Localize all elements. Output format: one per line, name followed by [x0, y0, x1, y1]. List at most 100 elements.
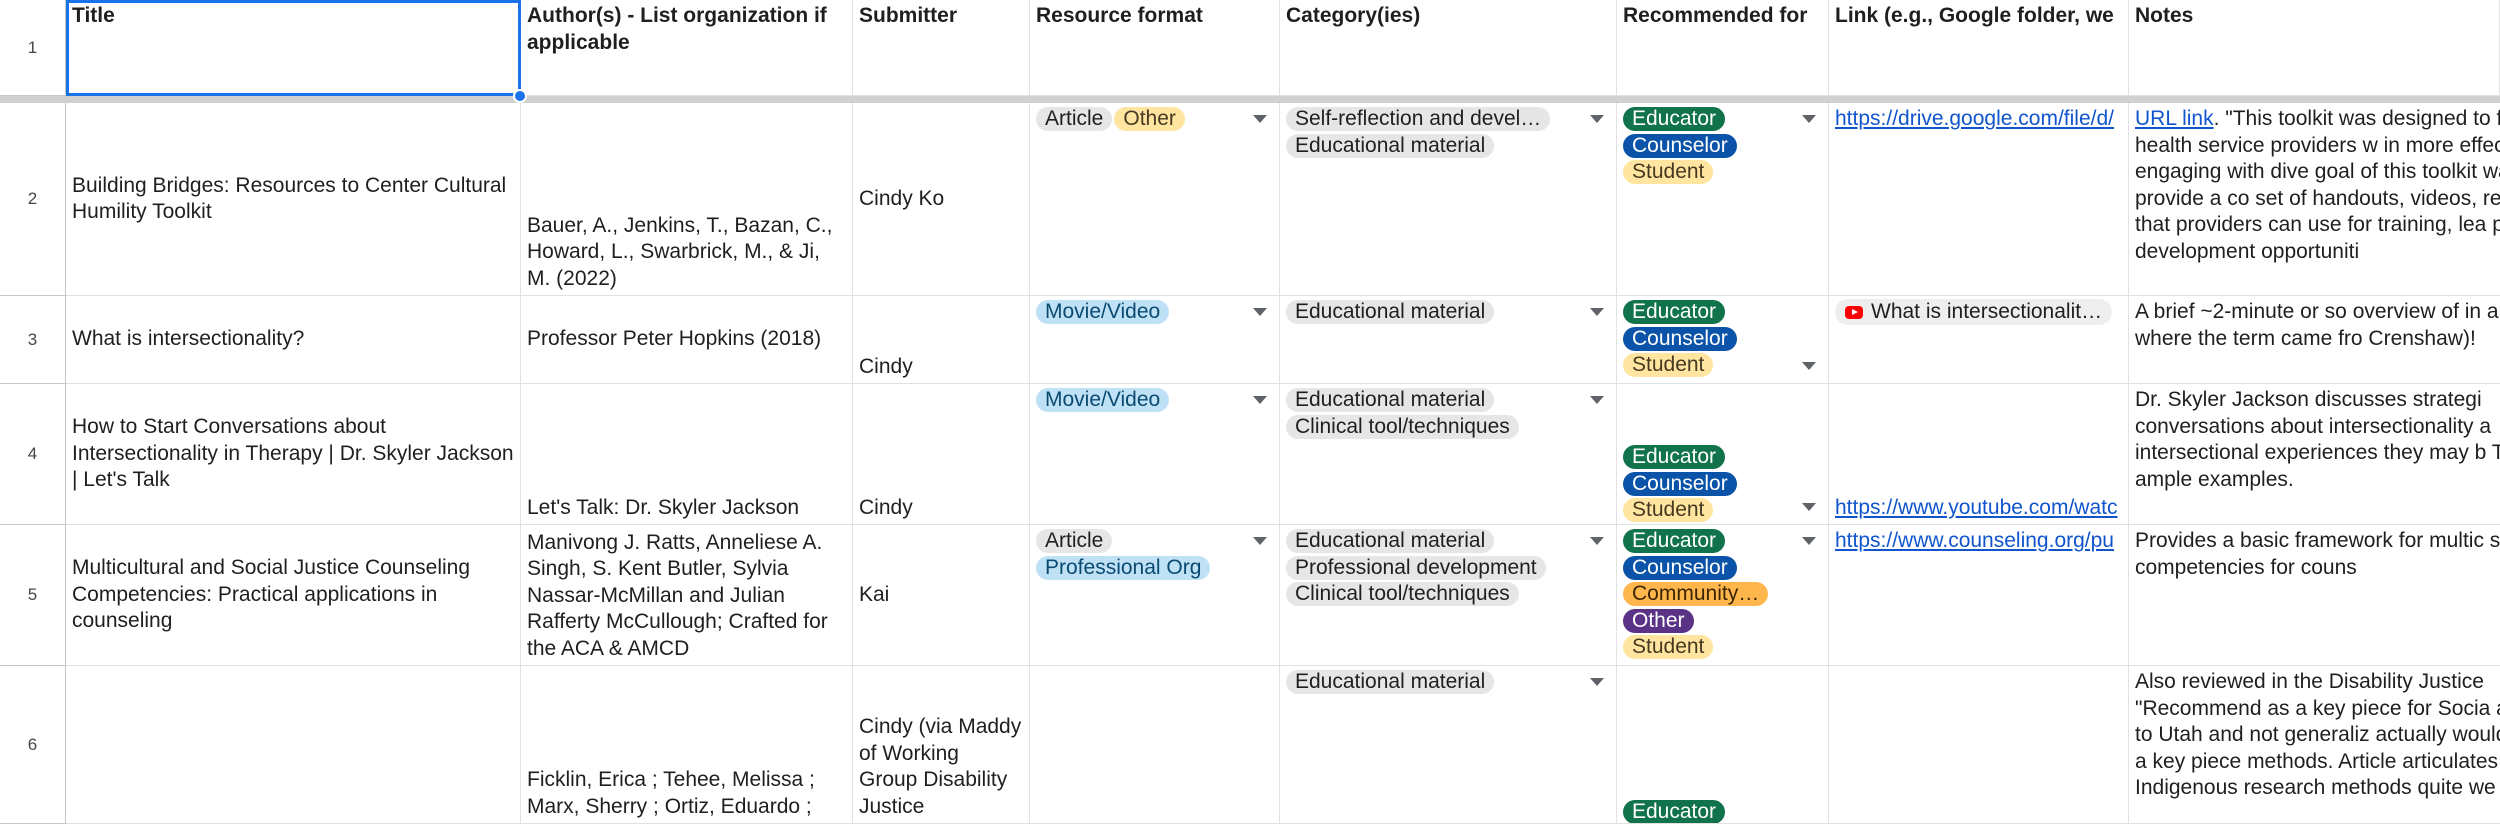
title-cell[interactable]: Multicultural and Social Justice Counsel…: [66, 525, 521, 666]
dropdown-arrow-icon[interactable]: [1253, 115, 1267, 123]
category-cell[interactable]: Educational material: [1280, 666, 1617, 824]
dropdown-arrow-icon[interactable]: [1253, 537, 1267, 545]
frozen-row-divider[interactable]: [0, 96, 2500, 103]
fill-handle[interactable]: [513, 89, 527, 103]
notes-cell[interactable]: Dr. Skyler Jackson discusses strategi co…: [2129, 384, 2500, 525]
recommended-chip: Educator: [1623, 445, 1726, 469]
link-cell[interactable]: https://drive.google.com/file/d/: [1829, 103, 2129, 296]
category-cell[interactable]: Educational material Clinical tool/techni…: [1280, 384, 1617, 525]
authors-cell[interactable]: Professor Peter Hopkins (2018): [521, 296, 853, 384]
dropdown-arrow-icon[interactable]: [1253, 396, 1267, 404]
recommended-for-cell[interactable]: Educator Counselor Student: [1617, 103, 1829, 296]
recommended-for-cell[interactable]: Educator Counselor Student: [1617, 384, 1829, 525]
column-header-format[interactable]: Resource format: [1030, 0, 1280, 96]
link-cell[interactable]: [1829, 666, 2129, 824]
notes-text: Provides a basic framework for multic so…: [2135, 529, 2500, 579]
recommended-chip: Educator: [1623, 529, 1726, 553]
column-header-category[interactable]: Category(ies): [1280, 0, 1617, 96]
format-chip: Movie/Video: [1036, 388, 1170, 412]
link-cell[interactable]: https://www.counseling.org/pu: [1829, 525, 2129, 666]
dropdown-arrow-icon[interactable]: [1253, 308, 1267, 316]
authors-cell[interactable]: Let's Talk: Dr. Skyler Jackson: [521, 384, 853, 525]
submitter-text: Cindy: [859, 495, 913, 519]
resource-link[interactable]: https://www.counseling.org/pu: [1835, 529, 2114, 552]
submitter-cell[interactable]: Cindy: [853, 384, 1030, 525]
title-cell[interactable]: Building Bridges: Resources to Center Cu…: [66, 103, 521, 296]
dropdown-arrow-icon[interactable]: [1590, 537, 1604, 545]
row-header-2[interactable]: 2: [0, 103, 66, 296]
dropdown-arrow-icon[interactable]: [1590, 308, 1604, 316]
notes-text: . "This toolkit was designed to for ment…: [2135, 107, 2500, 263]
resource-link[interactable]: https://www.youtube.com/watc: [1835, 495, 2122, 522]
submitter-cell[interactable]: Kai: [853, 525, 1030, 666]
title-cell[interactable]: [66, 666, 521, 824]
column-header-submitter[interactable]: Submitter: [853, 0, 1030, 96]
column-header-recommended[interactable]: Recommended for: [1617, 0, 1829, 96]
submitter-cell[interactable]: Cindy (via Maddy of Working Group Disabi…: [853, 666, 1030, 824]
row-header-4[interactable]: 4: [0, 384, 66, 525]
category-cell[interactable]: Self-reflection and devel… Educational ma…: [1280, 103, 1617, 296]
authors-text: Bauer, A., Jenkins, T., Bazan, C., Howar…: [527, 213, 833, 290]
notes-cell[interactable]: A brief ~2-minute or so overview of in a…: [2129, 296, 2500, 384]
notes-text: Dr. Skyler Jackson discusses strategi co…: [2135, 388, 2500, 491]
dropdown-arrow-icon[interactable]: [1802, 537, 1816, 545]
column-header-authors[interactable]: Author(s) - List organization if applica…: [521, 0, 853, 96]
column-header-title[interactable]: Title: [66, 0, 521, 96]
title-text: Building Bridges: Resources to Center Cu…: [72, 173, 507, 224]
authors-text: Let's Talk: Dr. Skyler Jackson: [527, 495, 800, 519]
row-header-1[interactable]: 1: [0, 0, 66, 96]
notes-cell[interactable]: Also reviewed in the Disability Justice …: [2129, 666, 2500, 824]
link-cell[interactable]: What is intersectionalit…: [1829, 296, 2129, 384]
resource-format-cell[interactable]: Article Other: [1030, 103, 1280, 296]
dropdown-arrow-icon[interactable]: [1802, 503, 1816, 511]
notes-url-link[interactable]: URL link: [2135, 107, 2214, 130]
format-chip-line: Movie/Video: [1036, 299, 1273, 326]
dropdown-arrow-icon[interactable]: [1590, 678, 1604, 686]
resource-format-cell[interactable]: [1030, 666, 1280, 824]
row-header-5[interactable]: 5: [0, 525, 66, 666]
category-chip-line: Clinical tool/techniques: [1286, 581, 1610, 608]
resource-format-cell[interactable]: Movie/Video: [1030, 384, 1280, 525]
link-cell[interactable]: https://www.youtube.com/watc: [1829, 384, 2129, 525]
recommended-chip: Counselor: [1623, 555, 1737, 580]
category-chip-line: Educational material: [1286, 299, 1610, 326]
authors-cell[interactable]: Ficklin, Erica ; Tehee, Melissa ; Marx, …: [521, 666, 853, 824]
dropdown-arrow-icon[interactable]: [1590, 396, 1604, 404]
notes-text: A brief ~2-minute or so overview of in a…: [2135, 300, 2500, 350]
submitter-cell[interactable]: Cindy: [853, 296, 1030, 384]
recommended-chip: Counselor: [1623, 326, 1737, 351]
notes-cell[interactable]: Provides a basic framework for multic so…: [2129, 525, 2500, 666]
authors-cell[interactable]: Manivong J. Ratts, Anneliese A. Singh, S…: [521, 525, 853, 666]
recommended-for-cell[interactable]: Educator Counselor Student: [1617, 296, 1829, 384]
category-chip: Educational material: [1286, 670, 1495, 694]
row-header-6[interactable]: 6: [0, 666, 66, 824]
title-cell[interactable]: What is intersectionality?: [66, 296, 521, 384]
youtube-link-chip[interactable]: What is intersectionalit…: [1835, 299, 2113, 325]
dropdown-arrow-icon[interactable]: [1590, 115, 1604, 123]
resource-format-cell[interactable]: Article Professional Org: [1030, 525, 1280, 666]
column-header-link[interactable]: Link (e.g., Google folder, we: [1829, 0, 2129, 96]
recommended-for-cell[interactable]: Educator Counselor Community… Other Student: [1617, 525, 1829, 666]
recommended-chip: Educator: [1623, 800, 1726, 823]
recommended-chip-line: Student: [1623, 159, 1822, 186]
resource-format-cell[interactable]: Movie/Video: [1030, 296, 1280, 384]
category-chip-line: Clinical tool/techniques: [1286, 414, 1610, 441]
recommended-chip-line: Student: [1623, 634, 1822, 661]
recommended-for-cell[interactable]: Educator: [1617, 666, 1829, 824]
recommended-chip: Counselor: [1623, 471, 1737, 496]
dropdown-arrow-icon[interactable]: [1802, 362, 1816, 370]
column-header-notes[interactable]: Notes: [2129, 0, 2500, 96]
row-header-3[interactable]: 3: [0, 296, 66, 384]
category-chip: Self-reflection and devel…: [1286, 107, 1551, 131]
dropdown-arrow-icon[interactable]: [1802, 115, 1816, 123]
submitter-cell[interactable]: Cindy Ko: [853, 103, 1030, 296]
recommended-chip: Other: [1623, 608, 1694, 633]
category-cell[interactable]: Educational material: [1280, 296, 1617, 384]
authors-cell[interactable]: Bauer, A., Jenkins, T., Bazan, C., Howar…: [521, 103, 853, 296]
resource-link[interactable]: https://drive.google.com/file/d/: [1835, 107, 2114, 130]
notes-cell[interactable]: URL link. "This toolkit was designed to …: [2129, 103, 2500, 296]
title-cell[interactable]: How to Start Conversations about Interse…: [66, 384, 521, 525]
category-cell[interactable]: Educational material Professional develop…: [1280, 525, 1617, 666]
submitter-text: Cindy Ko: [859, 186, 945, 210]
recommended-chip-line: Counselor: [1623, 555, 1822, 582]
